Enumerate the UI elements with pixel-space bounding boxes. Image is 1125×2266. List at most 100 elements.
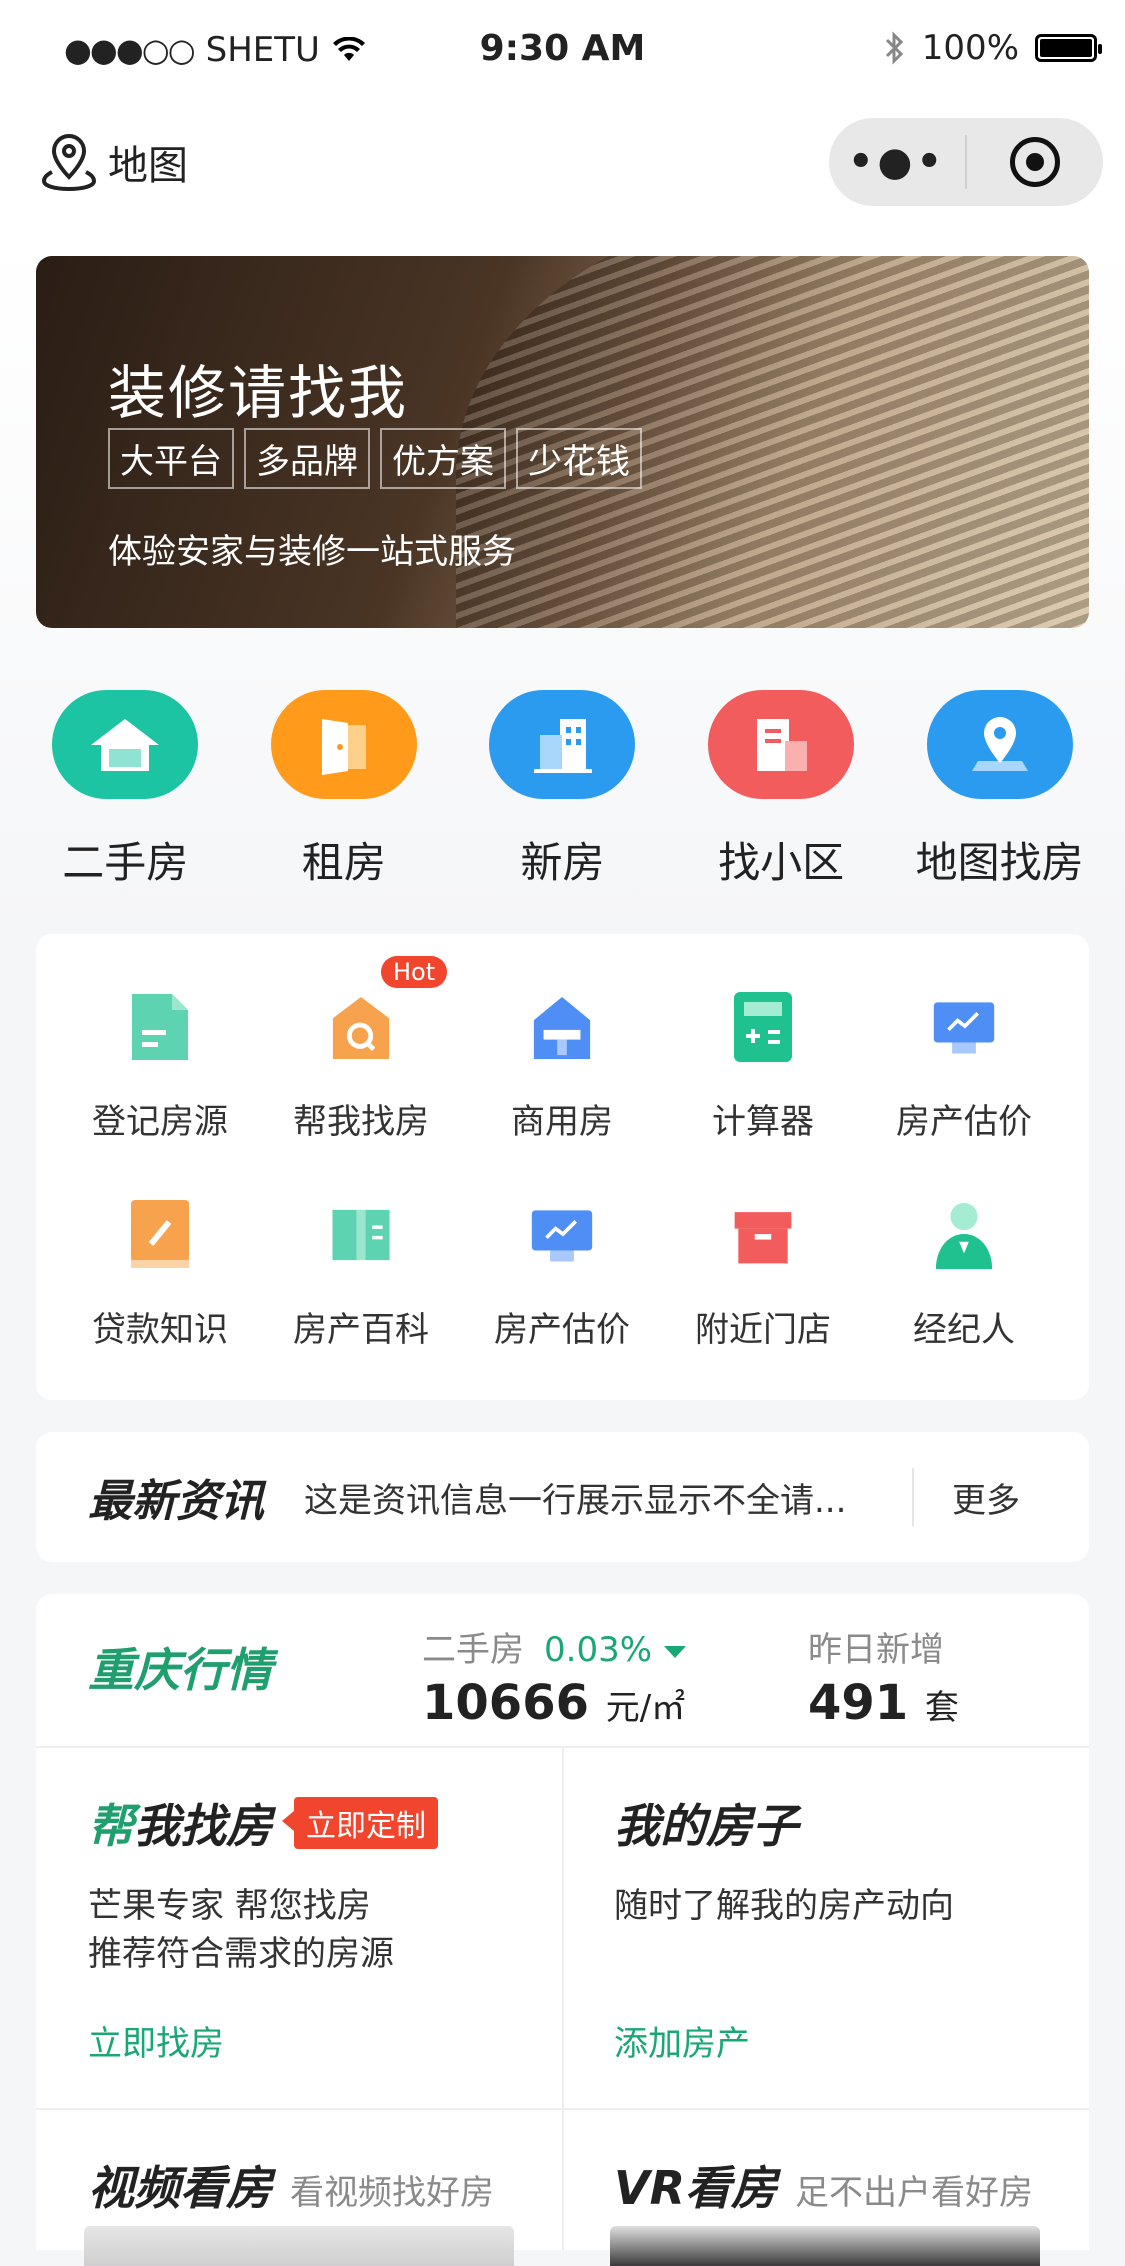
secondhand-price-stat[interactable]: 二手房 0.03% 10666 元/㎡ xyxy=(422,1622,687,1731)
my-house-desc: 随时了解我的房产动向 xyxy=(614,1886,954,1926)
category-new-home[interactable]: 新房 xyxy=(462,690,662,890)
my-house-title: 我的房子 xyxy=(614,1799,798,1853)
close-miniprogram-button[interactable] xyxy=(967,137,1103,187)
help-title-accent: 帮 xyxy=(88,1799,134,1853)
news-divider xyxy=(912,1468,914,1526)
tool-help-find-home[interactable]: Hot 帮我找房 xyxy=(261,956,461,1143)
tool-agent[interactable]: 经纪人 xyxy=(864,1198,1064,1351)
category-secondhand[interactable]: 二手房 xyxy=(25,690,225,890)
tool-label: 帮我找房 xyxy=(293,1102,429,1142)
battery-percent: 100% xyxy=(921,28,1019,68)
door-icon xyxy=(270,690,417,799)
notebook-icon xyxy=(128,1198,192,1272)
tool-label: 贷款知识 xyxy=(92,1310,228,1350)
map-pin-icon xyxy=(41,133,97,192)
vr-tour-card[interactable]: VR看房 足不出户看好房 xyxy=(614,2152,1033,2218)
video-subtitle: 看视频找好房 xyxy=(290,2173,494,2213)
divider xyxy=(36,2108,1089,2110)
banner-title: 装修请找我 xyxy=(108,359,409,427)
find-now-link[interactable]: 立即找房 xyxy=(88,2016,438,2065)
category-label: 地图找房 xyxy=(915,838,1084,887)
banner-tag: 优方案 xyxy=(380,428,506,489)
news-more-link[interactable]: 更多 xyxy=(952,1473,1020,1522)
tool-valuation-2[interactable]: 房产估价 xyxy=(462,1198,662,1351)
tool-commercial[interactable]: 商用房 xyxy=(462,990,662,1143)
price-unit: 元/㎡ xyxy=(605,1688,686,1728)
battery-icon xyxy=(1035,34,1102,62)
map-label: 地图 xyxy=(108,143,188,189)
tool-calculator[interactable]: 计算器 xyxy=(663,990,863,1143)
news-bar[interactable]: 最新资讯 这是资讯信息一行展示显示不全请... 更多 xyxy=(36,1432,1089,1562)
video-tour-card[interactable]: 视频看房 看视频找好房 xyxy=(88,2152,494,2218)
tool-nearby-stores[interactable]: 附近门店 xyxy=(663,1198,863,1351)
market-title: 重庆行情 xyxy=(88,1643,272,1697)
monitor-chart-icon xyxy=(932,990,996,1064)
monitor-chart-icon xyxy=(530,1198,594,1272)
category-label: 租房 xyxy=(301,838,386,887)
tool-encyclopedia[interactable]: 房产百科 xyxy=(261,1198,461,1351)
new-listings-unit: 套 xyxy=(924,1688,959,1728)
banner-tag: 少花钱 xyxy=(516,428,642,489)
video-thumbnail[interactable] xyxy=(84,2226,514,2266)
average-price: 10666 xyxy=(422,1675,589,1731)
tool-label: 计算器 xyxy=(712,1102,814,1142)
price-change: 0.03% xyxy=(544,1630,653,1670)
agent-icon xyxy=(932,1198,996,1272)
tool-label: 房产估价 xyxy=(494,1310,630,1350)
tool-register-listing[interactable]: 登记房源 xyxy=(60,990,260,1143)
down-arrow-icon xyxy=(664,1645,687,1658)
tool-label: 附近门店 xyxy=(695,1310,831,1350)
store-icon xyxy=(731,1198,795,1272)
vr-subtitle: 足不出户看好房 xyxy=(795,2173,1034,2213)
promo-banner[interactable]: 装修请找我 大平台 多品牌 优方案 少花钱 体验安家与装修一站式服务 xyxy=(36,256,1089,628)
tool-label: 房产百科 xyxy=(293,1310,429,1350)
banner-tags: 大平台 多品牌 优方案 少花钱 xyxy=(108,428,642,489)
secondhand-label: 二手房 xyxy=(422,1630,524,1670)
tool-label: 登记房源 xyxy=(92,1102,228,1142)
banner-subtitle: 体验安家与装修一站式服务 xyxy=(108,532,516,572)
news-heading: 最新资讯 xyxy=(88,1476,264,1527)
bluetooth-icon xyxy=(885,31,903,65)
tool-valuation[interactable]: 房产估价 xyxy=(864,990,1064,1143)
video-title: 视频看房 xyxy=(88,2161,272,2215)
banner-tag: 大平台 xyxy=(108,428,234,489)
hot-badge: Hot xyxy=(381,956,448,988)
divider xyxy=(562,1746,564,2250)
capsule-menu: •●• xyxy=(829,118,1103,206)
help-desc-line: 推荐符合需求的房源 xyxy=(88,1934,394,1974)
vr-thumbnail[interactable] xyxy=(610,2226,1040,2266)
map-link[interactable]: 地图 xyxy=(40,132,188,192)
tool-label: 房产估价 xyxy=(896,1102,1032,1142)
house-search-icon: Hot xyxy=(329,956,448,1064)
community-icon xyxy=(708,690,855,799)
building-icon xyxy=(489,690,636,799)
new-listings-stat[interactable]: 昨日新增 491 套 xyxy=(808,1622,959,1731)
category-community[interactable]: 找小区 xyxy=(681,690,881,890)
help-desc-line: 芒果专家 帮您找房 xyxy=(88,1886,371,1926)
tool-loan-knowledge[interactable]: 贷款知识 xyxy=(60,1198,260,1351)
category-map-search[interactable]: 地图找房 xyxy=(900,690,1100,890)
banner-tag: 多品牌 xyxy=(244,428,370,489)
book-icon xyxy=(329,1198,393,1272)
document-icon xyxy=(128,990,192,1064)
news-headline[interactable]: 这是资讯信息一行展示显示不全请... xyxy=(304,1473,884,1522)
nav-bar: 地图 •●• xyxy=(0,100,1125,240)
my-house-card[interactable]: 我的房子 随时了解我的房产动向 添加房产 xyxy=(614,1790,954,2065)
category-label: 二手房 xyxy=(62,838,189,887)
vr-title: VR看房 xyxy=(614,2161,778,2215)
help-title: 我找房 xyxy=(134,1799,272,1853)
add-property-link[interactable]: 添加房产 xyxy=(614,2016,954,2065)
tools-grid: 登记房源 Hot 帮我找房 商用房 计算器 房产估价 贷款知识 房产百科 房产估… xyxy=(36,934,1089,1400)
target-icon xyxy=(1010,137,1060,187)
tool-label: 经纪人 xyxy=(913,1310,1015,1350)
status-bar: ●●●○○ SHETU 9:30 AM 100% xyxy=(0,0,1125,100)
category-rent[interactable]: 租房 xyxy=(244,690,444,890)
market-card: 重庆行情 二手房 0.03% 10666 元/㎡ 昨日新增 491 套 帮我找房立… xyxy=(36,1594,1089,2266)
help-find-card[interactable]: 帮我找房 立即定制 芒果专家 帮您找房 推荐符合需求的房源 立即找房 xyxy=(88,1790,438,2065)
category-label: 新房 xyxy=(520,838,605,887)
house-icon xyxy=(52,690,199,799)
customize-badge[interactable]: 立即定制 xyxy=(282,1797,438,1849)
more-button[interactable]: •●• xyxy=(829,139,965,185)
status-right: 100% xyxy=(884,28,1102,68)
new-listings-label: 昨日新增 xyxy=(808,1630,944,1670)
